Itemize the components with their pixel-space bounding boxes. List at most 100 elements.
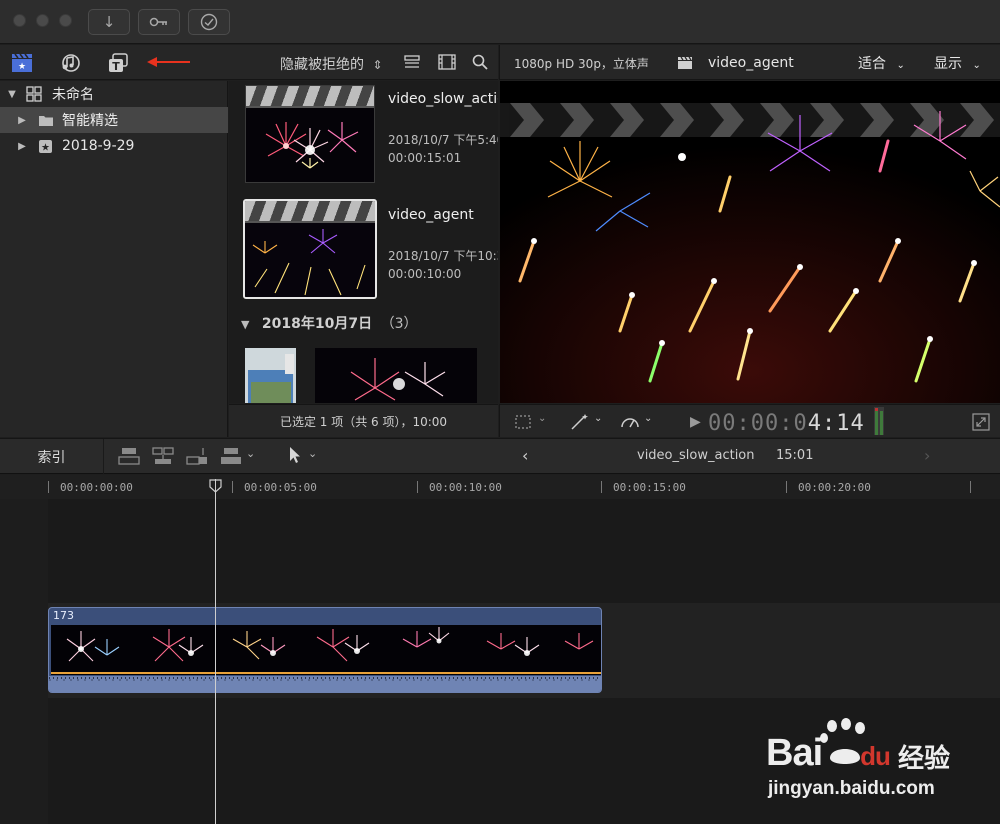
ruler-label: 00:00:05:00: [244, 481, 317, 494]
append-clip-icon[interactable]: [186, 447, 208, 465]
disclosure-down-icon[interactable]: ▼: [6, 89, 18, 100]
play-button[interactable]: ▶: [690, 414, 701, 430]
timeline-project-name: video_slow_action: [637, 448, 755, 463]
search-icon[interactable]: [472, 54, 488, 70]
browser-toolbar: ★ T 隐藏被拒绝的 ⇕: [0, 45, 498, 80]
overwrite-clip-icon[interactable]: [220, 447, 242, 465]
import-icon: ↓: [102, 13, 116, 31]
sidebar-item-label: 未命名: [52, 87, 94, 103]
filter-label: 隐藏被拒绝的: [280, 57, 364, 73]
play-icon: ▶: [690, 414, 701, 430]
timeline-project-duration: 15:01: [776, 448, 814, 463]
fireworks-thumbnail-image: [246, 108, 374, 182]
photos-audio-icon: [62, 54, 80, 72]
clip-duration: 00:00:10:00: [388, 267, 462, 281]
timeline-clip[interactable]: 173: [48, 607, 602, 693]
clip-title: video_slow_actio: [388, 91, 498, 107]
chevron-down-icon[interactable]: ⌄: [246, 447, 255, 460]
viewer-toolbar: 1080p HD 30p，立体声 video_agent 适合 ⌄ 显示 ⌄: [499, 45, 1000, 80]
keywords-button[interactable]: [138, 9, 180, 35]
timeline-index-button[interactable]: 索引: [0, 439, 104, 474]
sidebar-item-smart-collections[interactable]: ▶ 智能精选: [0, 107, 228, 133]
list-view-icon[interactable]: [404, 55, 420, 69]
back-chevron-icon[interactable]: ‹: [522, 446, 528, 465]
import-button[interactable]: ↓: [88, 9, 130, 35]
audio-meter[interactable]: [874, 407, 884, 435]
photo-thumbnail-image[interactable]: [245, 348, 296, 403]
event-group-header[interactable]: ▼ 2018年10月7日 （3）: [241, 313, 418, 333]
fireworks-thumbnail-image[interactable]: [315, 348, 477, 403]
selection-status: 已选定 1 项（共 6 项），10:00: [279, 414, 448, 429]
checkmark-icon: [200, 13, 218, 31]
clip-audio-waveform: [49, 676, 601, 692]
folder-icon: [39, 115, 53, 126]
chevron-down-icon: ⌄: [972, 60, 981, 71]
clip-date: 2018/10/7 下午10:3: [388, 249, 498, 263]
library-icon: [26, 86, 42, 102]
filter-popup[interactable]: 隐藏被拒绝的 ⇕: [280, 54, 383, 74]
clip-title: video_agent: [388, 207, 474, 223]
format-label: 1080p HD 30p，立体声: [514, 57, 649, 71]
chevron-down-icon: ⌄: [644, 413, 653, 424]
fullscreen-icon[interactable]: [972, 413, 990, 431]
viewer-clip-name: video_agent: [708, 55, 794, 71]
chevron-down-icon: ⌄: [538, 413, 547, 424]
photos-audio-button[interactable]: [59, 52, 81, 74]
timeline-ruler[interactable]: 00:00:00:00 00:00:05:00 00:00:10:00 00:0…: [0, 475, 1000, 499]
libraries-button[interactable]: ★: [11, 52, 33, 74]
clip-filmstrip-image: [51, 625, 601, 675]
enhancements-menu[interactable]: ⌄: [570, 413, 602, 435]
view-display-menu[interactable]: 显示 ⌄: [934, 53, 981, 73]
close-window-button[interactable]: [13, 14, 26, 27]
zoom-fit-label: 适合: [858, 56, 886, 72]
playhead-handle-icon[interactable]: [209, 479, 222, 493]
forward-chevron-icon[interactable]: ›: [924, 446, 930, 465]
video-viewer[interactable]: [500, 81, 1000, 403]
zoom-fit-menu[interactable]: 适合 ⌄: [858, 53, 905, 73]
ruler-label: 00:00:15:00: [613, 481, 686, 494]
insert-clip-icon[interactable]: [152, 447, 174, 465]
clip-date: 2018/10/7 下午5:40: [388, 133, 498, 147]
timecode-display[interactable]: 00:00:04:14: [708, 411, 865, 436]
group-count: （3）: [380, 316, 418, 332]
disclosure-down-icon[interactable]: ▼: [241, 318, 249, 331]
clip-clapper-icon: [678, 56, 692, 69]
timecode-bright: 4:14: [807, 411, 865, 436]
timecode-dim: 00:00:0: [708, 411, 808, 436]
clip-duration: 00:00:15:01: [388, 151, 462, 165]
timeline-clip-label: 173: [53, 609, 74, 622]
clapper-icon: [246, 86, 374, 108]
retime-menu[interactable]: ⌄: [620, 413, 652, 435]
transform-menu[interactable]: ⌄: [514, 413, 546, 434]
key-icon: [149, 17, 167, 27]
svg-text:T: T: [112, 60, 120, 73]
playhead-line[interactable]: [215, 479, 216, 824]
svg-text:★: ★: [41, 142, 50, 153]
watermark-brand: Bai: [766, 732, 823, 774]
library-sidebar: ▼ 未命名 ▶ 智能精选 ▶ ★ 2018-9-29: [0, 81, 228, 437]
index-label: 索引: [37, 449, 66, 466]
timeline-header: 索引 ⌄ ⌄ ‹ video_slow_action 15:01 ›: [0, 438, 1000, 474]
connect-clip-icon[interactable]: [118, 447, 140, 465]
zoom-window-button[interactable]: [59, 14, 72, 27]
libraries-icon: ★: [12, 53, 32, 72]
chevron-down-icon[interactable]: ⌄: [308, 447, 317, 460]
disclosure-right-icon[interactable]: ▶: [16, 115, 28, 126]
titles-generators-button[interactable]: T: [107, 52, 129, 74]
disclosure-right-icon[interactable]: ▶: [16, 141, 28, 152]
clip-thumbnail-slow-action[interactable]: [245, 85, 375, 183]
clip-thumbnail-agent[interactable]: [243, 199, 377, 299]
chevron-down-icon: ⌄: [594, 413, 603, 424]
select-tool-icon[interactable]: [288, 446, 302, 464]
browser-status-bar: 已选定 1 项（共 6 项），10:00: [229, 404, 498, 437]
rockets-thumbnail-image: [245, 223, 375, 297]
filmstrip-view-icon[interactable]: [438, 54, 456, 70]
red-arrow-icon: [147, 57, 190, 67]
sidebar-item-event[interactable]: ▶ ★ 2018-9-29: [0, 133, 228, 159]
viewer-controls: ⌄ ⌄ ⌄ ▶ 00:00:04:14: [499, 404, 1000, 437]
sidebar-item-library[interactable]: ▼ 未命名: [0, 81, 228, 107]
background-tasks-button[interactable]: [188, 9, 230, 35]
event-star-icon: ★: [39, 139, 52, 153]
minimize-window-button[interactable]: [36, 14, 49, 27]
sidebar-item-label: 智能精选: [62, 113, 118, 129]
